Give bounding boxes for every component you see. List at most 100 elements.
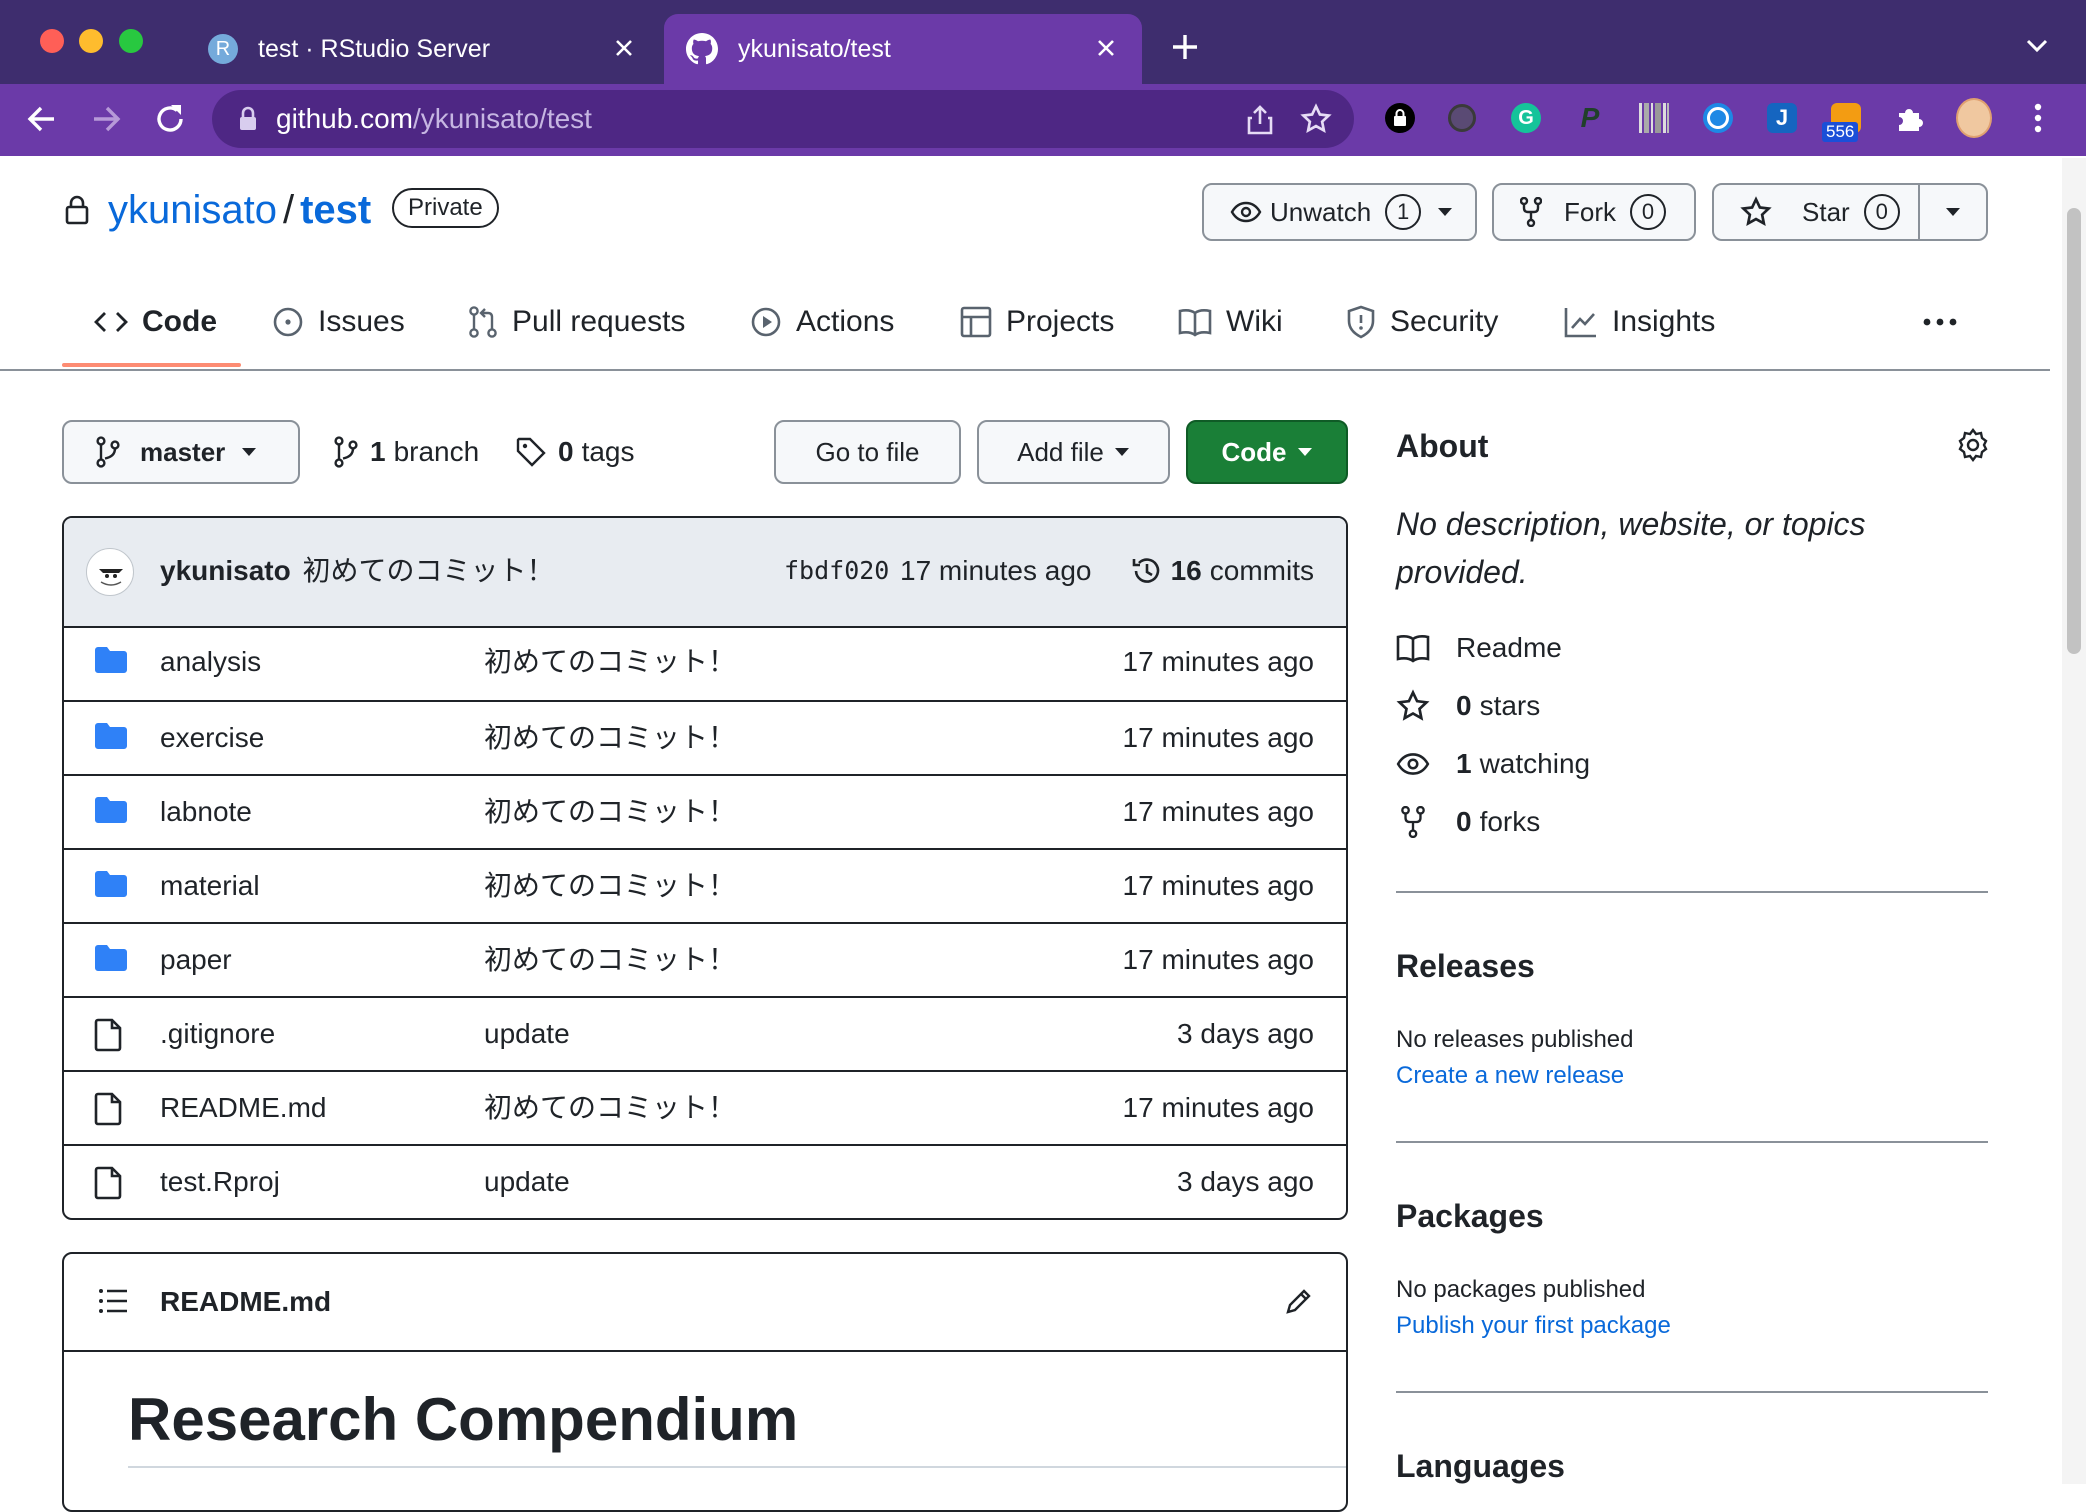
- gear-icon[interactable]: [1956, 428, 1990, 462]
- dark-extension-icon[interactable]: [1444, 100, 1480, 136]
- file-name-link[interactable]: test.Rproj: [160, 1146, 280, 1218]
- paypal-extension-icon[interactable]: P: [1572, 100, 1608, 136]
- file-commit-message-link[interactable]: 初めてのコミット！: [484, 626, 736, 698]
- file-row[interactable]: paper 初めてのコミット！ 17 minutes ago: [64, 922, 1346, 996]
- file-name-link[interactable]: .gitignore: [160, 998, 275, 1070]
- back-arrow-icon[interactable]: [24, 101, 60, 137]
- file-commit-message-link[interactable]: update: [484, 998, 570, 1070]
- tab-wiki[interactable]: Wiki: [1178, 298, 1283, 346]
- tab-pull-requests[interactable]: Pull requests: [468, 298, 685, 346]
- file-row[interactable]: exercise 初めてのコミット！ 17 minutes ago: [64, 700, 1346, 774]
- forward-arrow-icon[interactable]: [88, 101, 124, 137]
- tags-link[interactable]: 0 tags: [516, 432, 635, 472]
- commit-author-link[interactable]: ykunisato: [160, 555, 291, 586]
- tab-rstudio[interactable]: R test · RStudio Server: [190, 14, 660, 84]
- caret-down-icon: [1297, 448, 1312, 456]
- commits-history-link[interactable]: 16 commits: [1131, 518, 1314, 624]
- private-badge: Private: [392, 188, 499, 228]
- grammarly-icon[interactable]: G: [1508, 100, 1544, 136]
- stars-link[interactable]: 0 stars: [1396, 686, 1540, 726]
- repo-owner-link[interactable]: ykunisato: [108, 188, 277, 232]
- address-bar[interactable]: github.com/ykunisato/test: [212, 90, 1354, 148]
- new-tab-button[interactable]: [1170, 32, 1200, 62]
- unwatch-button[interactable]: Unwatch 1: [1202, 183, 1477, 241]
- j-extension-icon[interactable]: J: [1764, 100, 1800, 136]
- tab-issues[interactable]: Issues: [272, 298, 405, 346]
- zoom-window-button[interactable]: [119, 29, 143, 53]
- profile-avatar[interactable]: [1956, 98, 1992, 138]
- file-commit-message-link[interactable]: 初めてのコミット！: [484, 1072, 736, 1144]
- outline-list-icon[interactable]: [98, 1288, 128, 1314]
- readme-heading: Research Compendium: [128, 1386, 799, 1453]
- scrollbar-thumb[interactable]: [2067, 208, 2081, 654]
- file-name-link[interactable]: paper: [160, 924, 232, 996]
- file-name-link[interactable]: material: [160, 850, 260, 922]
- go-to-file-button[interactable]: Go to file: [774, 420, 961, 484]
- close-tab-icon[interactable]: [1094, 36, 1118, 60]
- file-row[interactable]: test.Rproj update 3 days ago: [64, 1144, 1346, 1218]
- file-commit-message-link[interactable]: 初めてのコミット！: [484, 702, 736, 774]
- repo-name-link[interactable]: test: [300, 188, 371, 232]
- fork-button[interactable]: Fork 0: [1492, 183, 1696, 241]
- caret-down-icon: [242, 448, 257, 456]
- password-extension-icon[interactable]: [1382, 100, 1418, 136]
- barcode-extension-icon[interactable]: [1636, 100, 1672, 136]
- minimize-window-button[interactable]: [79, 29, 103, 53]
- more-options-icon[interactable]: [1922, 310, 1958, 334]
- file-commit-message-link[interactable]: update: [484, 1146, 570, 1218]
- avatar[interactable]: [86, 548, 134, 596]
- tab-projects[interactable]: Projects: [960, 298, 1114, 346]
- watchers-link[interactable]: 1 watching: [1396, 744, 1590, 784]
- reload-icon[interactable]: [152, 101, 188, 137]
- file-commit-time: 17 minutes ago: [1122, 646, 1314, 677]
- tab-actions-label: Actions: [796, 305, 895, 338]
- create-release-link[interactable]: Create a new release: [1396, 1060, 1624, 1092]
- file-row[interactable]: material 初めてのコミット！ 17 minutes ago: [64, 848, 1346, 922]
- commit-message-link[interactable]: 初めてのコミット！: [302, 555, 554, 586]
- file-name-link[interactable]: exercise: [160, 702, 264, 774]
- add-file-button[interactable]: Add file: [977, 420, 1170, 484]
- file-row[interactable]: labnote 初めてのコミット！ 17 minutes ago: [64, 774, 1346, 848]
- file-icon: [94, 1092, 124, 1126]
- packages-title[interactable]: Packages: [1396, 1194, 1544, 1238]
- stars-word: stars: [1479, 690, 1541, 721]
- page-scrollbar[interactable]: [2062, 158, 2086, 1484]
- commit-sha-link[interactable]: fbdf020: [784, 518, 889, 624]
- tab-code[interactable]: Code: [94, 298, 217, 346]
- file-commit-message-link[interactable]: 初めてのコミット！: [484, 850, 736, 922]
- file-commit-message-link[interactable]: 初めてのコミット！: [484, 924, 736, 996]
- code-dropdown-button[interactable]: Code: [1186, 420, 1348, 484]
- forks-link[interactable]: 0 forks: [1396, 802, 1540, 842]
- publish-package-link[interactable]: Publish your first package: [1396, 1310, 1671, 1342]
- file-name-link[interactable]: analysis: [160, 626, 261, 698]
- branch-select-button[interactable]: master: [62, 420, 300, 484]
- tab-actions[interactable]: Actions: [750, 298, 894, 346]
- file-row[interactable]: README.md 初めてのコミット！ 17 minutes ago: [64, 1070, 1346, 1144]
- file-commit-message-link[interactable]: 初めてのコミット！: [484, 776, 736, 848]
- edit-pencil-icon[interactable]: [1284, 1286, 1314, 1316]
- readme-link[interactable]: Readme: [1396, 628, 1562, 668]
- star-button[interactable]: Star 0: [1714, 185, 1920, 239]
- tab-security[interactable]: Security: [1346, 298, 1498, 346]
- tab-insights[interactable]: Insights: [1564, 298, 1715, 346]
- file-row[interactable]: .gitignore update 3 days ago: [64, 996, 1346, 1070]
- caret-down-icon: [1437, 207, 1453, 217]
- circle-extension-icon[interactable]: [1700, 100, 1736, 136]
- file-name-link[interactable]: labnote: [160, 776, 252, 848]
- file-row[interactable]: analysis 初めてのコミット！ 17 minutes ago: [64, 626, 1346, 700]
- tab-github[interactable]: ykunisato/test: [664, 14, 1142, 84]
- star-list-dropdown[interactable]: [1920, 185, 1986, 239]
- rss-extension-icon[interactable]: 556: [1822, 100, 1864, 142]
- rstudio-favicon-icon: R: [208, 34, 238, 64]
- file-name-link[interactable]: README.md: [160, 1072, 326, 1144]
- extensions-puzzle-icon[interactable]: [1892, 100, 1928, 136]
- close-tab-icon[interactable]: [612, 36, 636, 60]
- bookmark-star-icon[interactable]: [1300, 103, 1332, 135]
- browser-menu-icon[interactable]: [2020, 100, 2056, 136]
- readme-filename[interactable]: README.md: [160, 1254, 331, 1350]
- releases-title[interactable]: Releases: [1396, 944, 1535, 988]
- branches-link[interactable]: 1 branch: [334, 432, 479, 472]
- close-window-button[interactable]: [40, 29, 64, 53]
- share-icon[interactable]: [1246, 104, 1274, 136]
- tab-search-chevron-down-icon[interactable]: [2024, 36, 2050, 56]
